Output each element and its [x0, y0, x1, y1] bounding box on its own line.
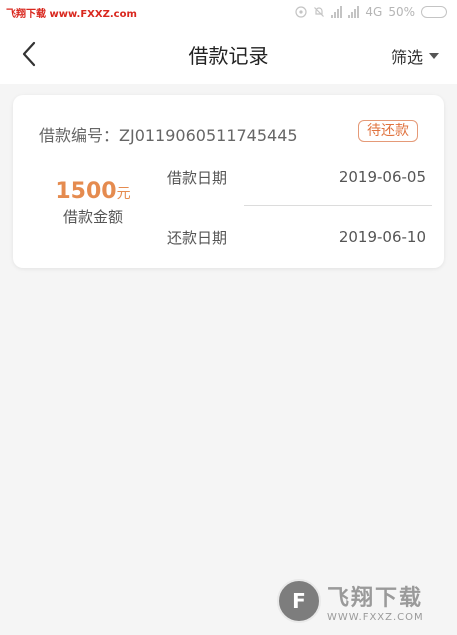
repay-date-value: 2019-06-10: [338, 228, 426, 246]
watermark-url: WWW.FXXZ.COM: [327, 611, 424, 623]
repay-date-label: 还款日期: [167, 228, 228, 247]
loan-number-value: ZJ0119060511745445: [119, 126, 298, 145]
caret-down-icon: [429, 53, 439, 59]
nav-bar: 借款记录 筛选: [0, 24, 457, 84]
loan-number: 借款编号：ZJ0119060511745445: [39, 122, 298, 146]
watermark-logo-icon: F: [277, 579, 321, 623]
bottom-watermark: F 飞翔下载 WWW.FXXZ.COM: [277, 575, 447, 627]
loan-date-label: 借款日期: [167, 168, 228, 187]
signal-icon-2: [348, 6, 360, 18]
loan-date-value: 2019-06-05: [338, 168, 426, 186]
amount-label: 借款金额: [62, 208, 123, 226]
loan-amount: 1500元 借款金额: [39, 179, 147, 227]
page-title: 借款记录: [188, 44, 269, 68]
status-icons: 4G 50%: [295, 3, 447, 21]
amount-value: 1500: [55, 179, 117, 204]
status-bar: 飞翔下载 www.FXXZ.com 4G 50%: [0, 0, 457, 24]
battery-icon: [421, 6, 447, 18]
top-watermark: 飞翔下载 www.FXXZ.com: [6, 9, 137, 20]
loan-date-row: 借款日期 2019-06-05: [167, 166, 426, 188]
loan-number-label: 借款编号：: [39, 126, 120, 145]
amount-unit: 元: [116, 186, 131, 202]
repay-date-row: 还款日期 2019-06-10: [167, 226, 426, 248]
mute-bell-icon: [314, 7, 325, 17]
network-type: 4G: [365, 5, 383, 19]
signal-icon: [331, 6, 343, 18]
filter-button[interactable]: 筛选: [391, 44, 439, 68]
battery-percent: 50%: [388, 5, 415, 19]
filter-label: 筛选: [390, 48, 423, 67]
loan-record-card[interactable]: 借款编号：ZJ0119060511745445 待还款 1500元 借款金额 借…: [13, 95, 444, 268]
watermark-title: 飞翔下载: [327, 585, 424, 611]
hotspot-icon: [295, 6, 307, 18]
watermark-text: 飞翔下载 WWW.FXXZ.COM: [327, 580, 424, 623]
divider: [244, 205, 432, 206]
loan-records-screen: 飞翔下载 www.FXXZ.com 4G 50% 借款记录 筛选 借款编号：ZJ…: [0, 0, 457, 635]
status-badge: 待还款: [358, 120, 418, 142]
